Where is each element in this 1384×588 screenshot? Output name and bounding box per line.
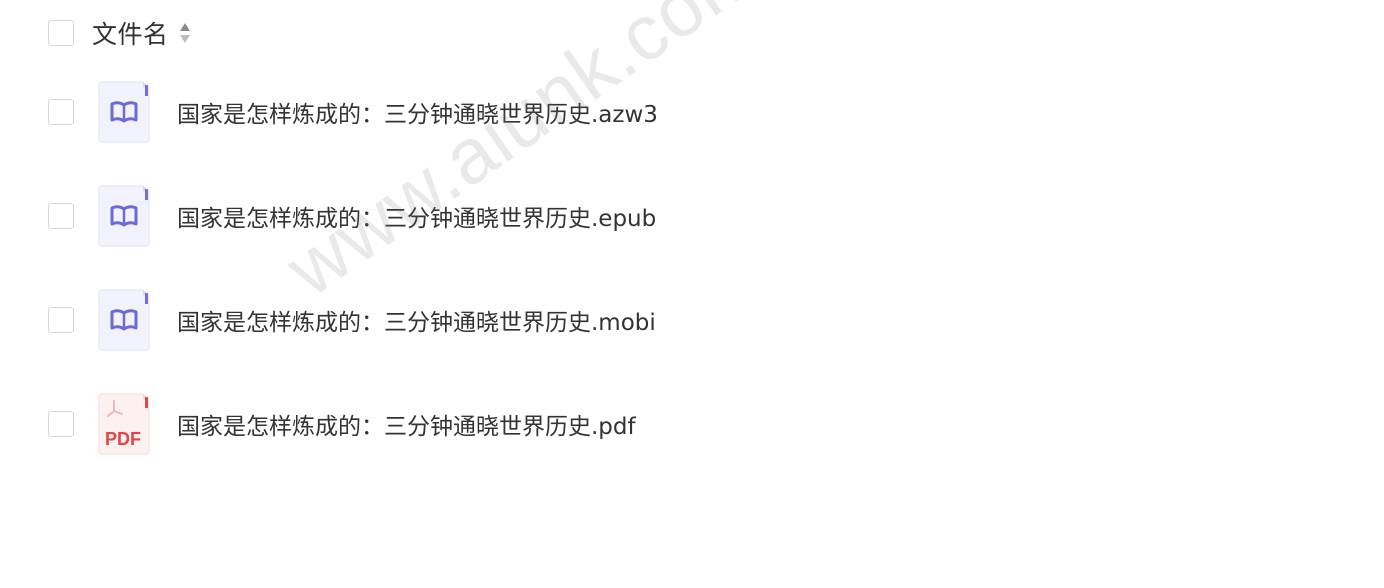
- watermark: www.aiunk.com: [270, 0, 776, 313]
- file-name[interactable]: 国家是怎样炼成的：三分钟通晓世界历史.mobi: [177, 303, 656, 337]
- file-list-header: 文件名: [48, 15, 191, 51]
- pdf-icon: PDF: [98, 393, 150, 455]
- file-checkbox[interactable]: [48, 307, 74, 333]
- ebook-icon: [98, 185, 150, 247]
- file-row[interactable]: PDF 国家是怎样炼成的：三分钟通晓世界历史.pdf: [48, 393, 636, 455]
- file-checkbox[interactable]: [48, 99, 74, 125]
- select-all-checkbox[interactable]: [48, 20, 74, 46]
- file-row[interactable]: 国家是怎样炼成的：三分钟通晓世界历史.azw3: [48, 81, 658, 143]
- file-name[interactable]: 国家是怎样炼成的：三分钟通晓世界历史.epub: [177, 199, 656, 233]
- pdf-icon-label: PDF: [105, 429, 141, 449]
- ebook-icon: [98, 289, 150, 351]
- file-name[interactable]: 国家是怎样炼成的：三分钟通晓世界历史.azw3: [177, 95, 658, 129]
- column-header-filename[interactable]: 文件名: [92, 15, 169, 51]
- file-row[interactable]: 国家是怎样炼成的：三分钟通晓世界历史.epub: [48, 185, 656, 247]
- sort-icon[interactable]: [179, 20, 191, 46]
- file-checkbox[interactable]: [48, 411, 74, 437]
- file-row[interactable]: 国家是怎样炼成的：三分钟通晓世界历史.mobi: [48, 289, 656, 351]
- ebook-icon: [98, 81, 150, 143]
- file-name[interactable]: 国家是怎样炼成的：三分钟通晓世界历史.pdf: [177, 407, 636, 441]
- file-checkbox[interactable]: [48, 203, 74, 229]
